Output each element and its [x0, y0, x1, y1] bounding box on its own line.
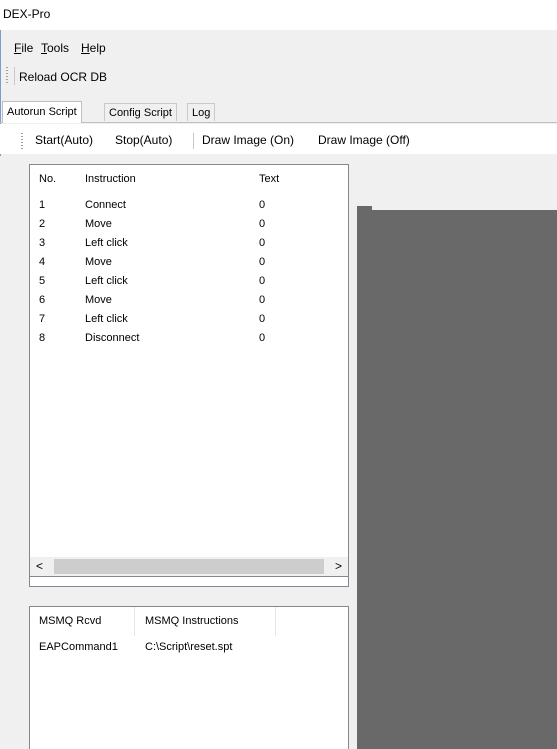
- toolbar-grip[interactable]: [6, 67, 8, 85]
- script-toolbar: Start(Auto) Stop(Auto) Draw Image (On) D…: [0, 124, 557, 154]
- row-text: 0: [259, 332, 266, 344]
- column-divider[interactable]: [134, 607, 135, 636]
- table-row[interactable]: 6 Move 0: [30, 292, 348, 311]
- msmq-list[interactable]: MSMQ Rcvd MSMQ Instructions EAPCommand1 C…: [29, 606, 349, 749]
- row-msmq-rcvd: EAPCommand1: [39, 641, 118, 653]
- table-row[interactable]: 8 Disconnect 0: [30, 330, 348, 349]
- stop-auto-button[interactable]: Stop(Auto): [115, 133, 172, 147]
- tab-divider: [0, 122, 557, 123]
- table-row[interactable]: 5 Left click 0: [30, 273, 348, 292]
- row-msmq-instructions: C:\Script\reset.spt: [145, 641, 233, 653]
- row-instruction: Move: [85, 294, 112, 306]
- toolbar-separator: [14, 67, 15, 85]
- scroll-right-icon[interactable]: >: [335, 559, 342, 573]
- draw-image-on-button[interactable]: Draw Image (On): [202, 133, 294, 147]
- start-auto-button[interactable]: Start(Auto): [35, 133, 93, 147]
- scrollbar-thumb[interactable]: [54, 559, 324, 574]
- window-title: DEX-Pro: [3, 7, 51, 21]
- toolbar-grip[interactable]: [21, 133, 23, 149]
- instruction-list[interactable]: No. Instruction Text 1 Connect 0 2 Move 0 3 L…: [29, 164, 349, 587]
- table-row[interactable]: 1 Connect 0: [30, 197, 348, 216]
- row-no: 2: [39, 218, 46, 230]
- table-row[interactable]: EAPCommand1 C:\Script\reset.spt: [30, 639, 348, 658]
- menu-bar: File Tools Help: [0, 38, 557, 58]
- column-header-instruction[interactable]: Instruction: [85, 173, 136, 185]
- row-no: 8: [39, 332, 46, 344]
- reload-ocr-db-button[interactable]: Reload OCR DB: [19, 70, 107, 84]
- row-instruction: Left click: [85, 275, 128, 287]
- image-display-area[interactable]: [357, 210, 557, 749]
- row-text: 0: [259, 275, 266, 287]
- column-header-no[interactable]: No.: [39, 173, 56, 185]
- row-no: 5: [39, 275, 46, 287]
- tab-autorun-script[interactable]: Autorun Script: [2, 101, 82, 123]
- table-row[interactable]: 2 Move 0: [30, 216, 348, 235]
- table-row[interactable]: 7 Left click 0: [30, 311, 348, 330]
- row-instruction: Left click: [85, 237, 128, 249]
- row-instruction: Left click: [85, 313, 128, 325]
- table-row[interactable]: 3 Left click 0: [30, 235, 348, 254]
- scroll-left-icon[interactable]: <: [36, 559, 43, 573]
- tab-log[interactable]: Log: [187, 103, 216, 121]
- menu-tools[interactable]: Tools: [41, 41, 69, 55]
- row-no: 1: [39, 199, 46, 211]
- menu-help[interactable]: Help: [81, 41, 106, 55]
- title-bar[interactable]: DEX-Pro: [0, 0, 557, 30]
- row-text: 0: [259, 199, 266, 211]
- column-header-msmq-rcvd[interactable]: MSMQ Rcvd: [39, 615, 101, 627]
- row-text: 0: [259, 294, 266, 306]
- tab-strip: Autorun Script Config Script Log: [0, 101, 557, 123]
- row-no: 4: [39, 256, 46, 268]
- row-no: 3: [39, 237, 46, 249]
- column-header-msmq-instructions[interactable]: MSMQ Instructions: [145, 615, 239, 627]
- horizontal-scrollbar[interactable]: < >: [29, 557, 349, 577]
- menu-file[interactable]: File: [14, 41, 33, 55]
- row-instruction: Connect: [85, 199, 126, 211]
- row-text: 0: [259, 218, 266, 230]
- row-no: 7: [39, 313, 46, 325]
- row-instruction: Disconnect: [85, 332, 140, 344]
- column-header-text[interactable]: Text: [259, 173, 279, 185]
- draw-image-off-button[interactable]: Draw Image (Off): [318, 133, 410, 147]
- main-toolbar: Reload OCR DB: [0, 63, 557, 89]
- column-divider[interactable]: [275, 607, 276, 636]
- row-instruction: Move: [85, 218, 112, 230]
- row-text: 0: [259, 237, 266, 249]
- row-no: 6: [39, 294, 46, 306]
- row-text: 0: [259, 313, 266, 325]
- table-row[interactable]: 4 Move 0: [30, 254, 348, 273]
- row-text: 0: [259, 256, 266, 268]
- tab-config-script[interactable]: Config Script: [104, 103, 177, 121]
- toolbar-separator: [193, 133, 194, 149]
- row-instruction: Move: [85, 256, 112, 268]
